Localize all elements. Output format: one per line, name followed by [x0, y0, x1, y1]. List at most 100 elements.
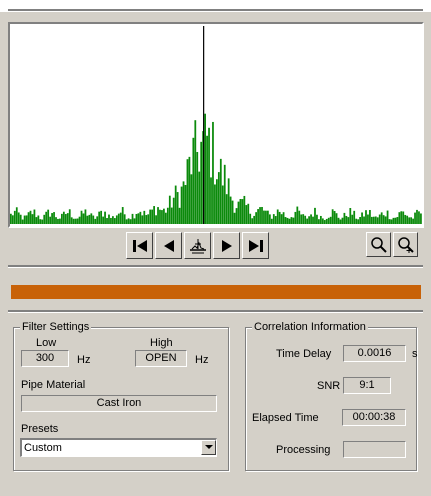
spectrum-bar — [337, 217, 340, 224]
correlator-window: Filter Settings Low High 300 Hz OPEN Hz … — [0, 0, 431, 496]
step-forward-icon — [221, 239, 232, 252]
spectrum-bar — [100, 210, 103, 224]
processing-indicator — [343, 441, 406, 458]
spectrum-bar — [274, 216, 277, 224]
center-marker-icon — [189, 238, 206, 253]
spectrum-bar — [398, 212, 401, 224]
spectrum-bar — [104, 211, 106, 224]
spectrum-bar — [115, 215, 118, 224]
spectrum-bar — [272, 214, 275, 224]
spectrum-bar — [369, 209, 371, 224]
presets-dropdown[interactable]: Custom — [20, 438, 217, 457]
spectrum-bar — [80, 210, 83, 224]
spectrum-bar — [180, 186, 183, 224]
high-unit: Hz — [195, 354, 209, 366]
spectrum-bar — [263, 210, 265, 224]
spectrum-bar — [359, 217, 361, 224]
spectrum-bar — [61, 213, 63, 224]
elapsed-time-field[interactable]: 00:00:38 — [342, 409, 406, 426]
transport-controls — [126, 232, 269, 259]
spectrum-bar — [386, 210, 389, 224]
spectrum-bar — [49, 216, 52, 224]
spectrum-bar — [247, 203, 250, 224]
spectrum-bar — [170, 207, 173, 224]
spectrum-bar — [143, 210, 146, 224]
spectrum-bar — [378, 214, 381, 224]
spectrum-bar — [245, 205, 248, 224]
spectrum-bar — [178, 207, 181, 224]
zoom-out-button[interactable] — [366, 232, 391, 257]
correlation-spectrum — [10, 26, 422, 224]
spectrum-bar — [253, 215, 256, 224]
spectrum-bar — [376, 217, 379, 224]
snr-field[interactable]: 9:1 — [343, 377, 391, 394]
processing-label: Processing — [276, 444, 331, 456]
spectrum-bar — [249, 213, 252, 224]
high-frequency-field[interactable]: OPEN — [135, 350, 187, 367]
spectrum-bar — [98, 211, 101, 224]
spectrum-bar — [182, 181, 185, 224]
spectrum-bar — [163, 208, 165, 224]
spectrum-bar — [306, 218, 309, 224]
spectrum-bar — [29, 210, 32, 224]
step-forward-button[interactable] — [213, 232, 240, 259]
spectrum-bar — [396, 217, 399, 224]
correlation-plot[interactable] — [8, 22, 424, 228]
spectrum-bar — [23, 215, 26, 224]
spectrum-bar — [192, 137, 195, 224]
skip-to-start-button[interactable] — [126, 232, 153, 259]
spectrum-bar — [157, 207, 159, 224]
step-back-icon — [163, 239, 174, 252]
spectrum-bar — [331, 209, 334, 224]
spectrum-bar — [392, 217, 395, 224]
spectrum-bar — [363, 216, 365, 224]
spectrum-bar — [319, 215, 322, 224]
spectrum-bar — [110, 217, 112, 224]
step-back-button[interactable] — [155, 232, 182, 259]
spectrum-bar — [86, 215, 89, 224]
spectrum-bar — [151, 209, 154, 224]
spectrum-bar — [206, 135, 208, 224]
low-frequency-field[interactable]: 300 — [21, 350, 69, 367]
spectrum-bar — [265, 210, 267, 224]
spectrum-bar — [51, 213, 53, 224]
spectrum-bar — [53, 212, 55, 224]
spectrum-bar — [367, 214, 369, 224]
skip-to-end-button[interactable] — [242, 232, 269, 259]
time-delay-field[interactable]: 0.0016 — [343, 345, 406, 362]
spectrum-bar — [251, 218, 254, 224]
spectrum-bar — [231, 200, 234, 224]
spectrum-bar — [284, 217, 287, 224]
spectrum-bar — [96, 216, 99, 224]
spectrum-bar — [74, 218, 77, 224]
spectrum-bar — [288, 218, 291, 224]
spectrum-bar — [280, 214, 283, 224]
spectrum-bar — [349, 208, 352, 224]
spectrum-bar — [225, 194, 228, 224]
pipe-material-label: Pipe Material — [21, 379, 86, 391]
dropdown-arrow-button[interactable] — [201, 440, 216, 455]
filter-settings-title: Filter Settings — [20, 320, 92, 334]
spectrum-bar — [216, 179, 218, 224]
chevron-down-icon — [204, 445, 213, 449]
spectrum-bar — [406, 215, 409, 224]
spectrum-bar — [161, 210, 163, 224]
snr-label: SNR — [317, 380, 341, 392]
spectrum-bar — [418, 211, 420, 224]
spectrum-bar — [347, 217, 350, 224]
spectrum-bar — [243, 195, 246, 224]
spectrum-bar — [412, 218, 414, 224]
spectrum-bar — [394, 217, 397, 224]
spectrum-bar — [310, 214, 312, 224]
spectrum-bar — [117, 213, 120, 224]
spectrum-bar — [237, 201, 240, 224]
spectrum-bar — [286, 217, 289, 224]
high-label: High — [150, 337, 173, 349]
spectrum-bar — [420, 213, 422, 224]
pipe-material-field[interactable]: Cast Iron — [21, 395, 217, 412]
spectrum-bar — [278, 211, 281, 224]
spectrum-bar — [72, 218, 75, 224]
zoom-in-button[interactable] — [393, 232, 418, 257]
center-marker-button[interactable] — [184, 232, 211, 259]
filter-settings-group: Filter Settings Low High 300 Hz OPEN Hz … — [13, 320, 229, 471]
